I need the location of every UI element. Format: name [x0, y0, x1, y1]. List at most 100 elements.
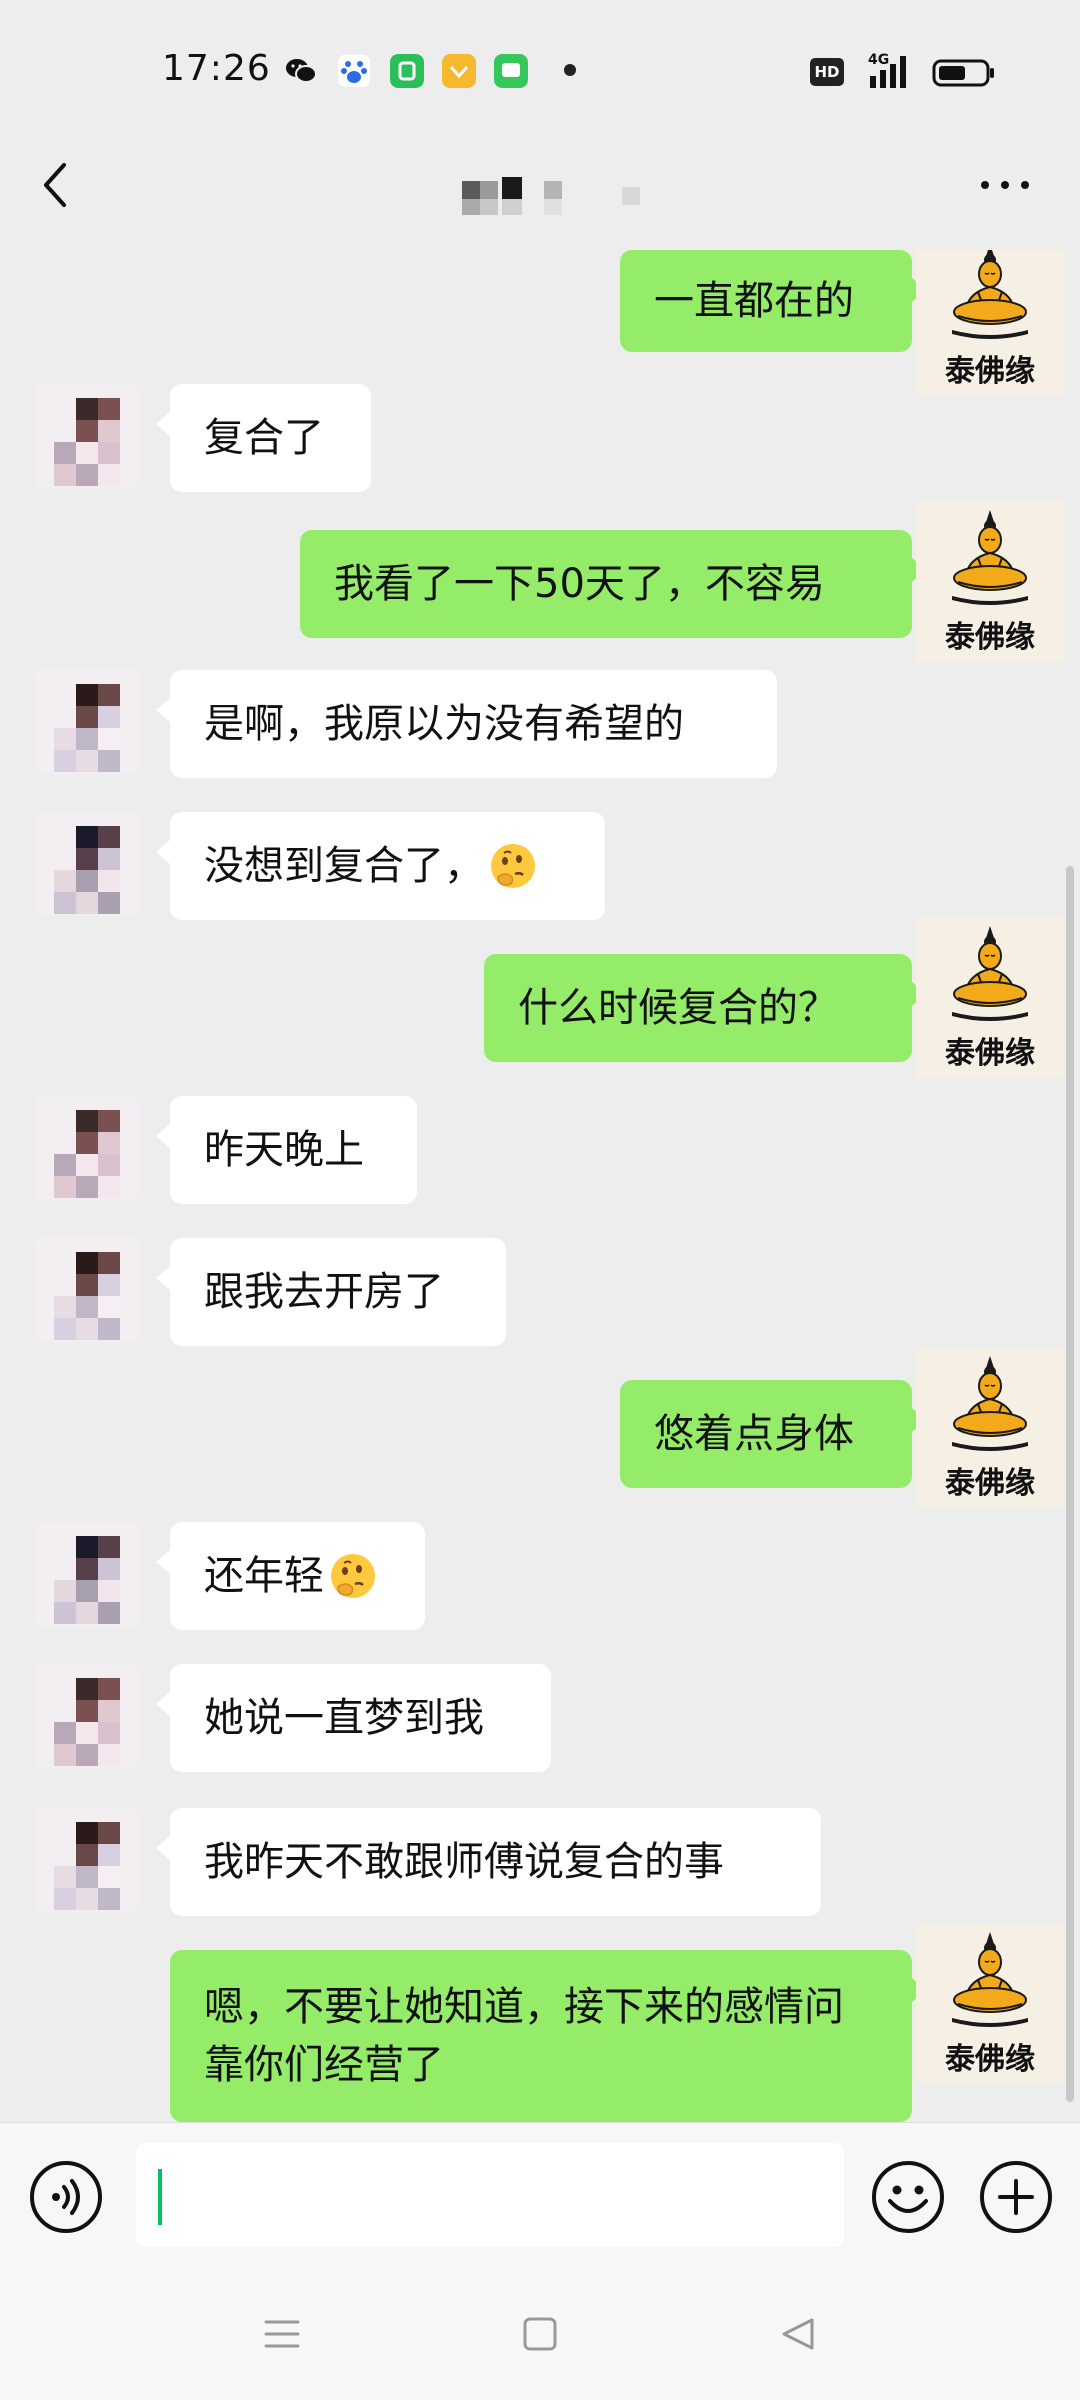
avatar-pixel	[76, 1536, 98, 1558]
more-options-icon[interactable]	[975, 175, 1035, 195]
avatar-pixel	[76, 1822, 98, 1844]
more-functions-plus-icon[interactable]	[978, 2159, 1054, 2235]
avatar-pixel	[98, 420, 120, 442]
sender-avatar[interactable]: 泰佛缘	[916, 1924, 1064, 2084]
avatar-pixel	[54, 1888, 76, 1910]
message-bubble-received[interactable]: 是啊，我原以为没有希望的	[156, 670, 777, 778]
sender-avatar[interactable]: 泰佛缘	[916, 502, 1064, 662]
contact-avatar[interactable]	[35, 670, 139, 774]
status-time: 17:26	[162, 48, 271, 89]
buddha-avatar-icon	[952, 926, 1028, 1021]
emoji-picker-icon[interactable]	[870, 2159, 946, 2235]
contact-avatar[interactable]	[35, 384, 139, 488]
thinking-face-emoji-icon	[491, 844, 535, 888]
message-bubble-sent[interactable]: 什么时候复合的？	[484, 954, 926, 1062]
avatar-pixel	[98, 728, 120, 750]
avatar-pixel	[76, 1580, 98, 1602]
message-bubble-sent[interactable]: 嗯，不要让她知道，接下来的感情问靠你们经营了	[170, 1950, 926, 2122]
chat-scrollbar[interactable]	[1066, 866, 1074, 2102]
recent-apps-icon[interactable]	[262, 2314, 302, 2354]
avatar-pixel	[54, 1176, 76, 1198]
messages-icon	[494, 54, 528, 88]
contact-avatar[interactable]	[35, 1808, 139, 1912]
avatar-pixel	[76, 892, 98, 914]
message-bubble-received[interactable]: 跟我去开房了	[156, 1238, 506, 1346]
avatar-pixel	[98, 1744, 120, 1766]
avatar-pixel	[98, 442, 120, 464]
avatar-pixel	[98, 1132, 120, 1154]
sender-avatar[interactable]: 泰佛缘	[916, 250, 1064, 396]
contact-avatar[interactable]	[35, 1238, 139, 1342]
back-icon[interactable]	[30, 155, 80, 215]
message-list[interactable]: 一直都在的 泰佛缘 复合了 我看了一下50天了，不容易 泰佛缘 是啊，我原以为没…	[0, 250, 1080, 2122]
baidu-icon	[337, 54, 371, 88]
chat-header	[0, 125, 1080, 250]
thinking-face-emoji-icon	[331, 1554, 375, 1598]
message-bubble-received[interactable]: 我昨天不敢跟师傅说复合的事	[156, 1808, 821, 1916]
buddha-avatar-icon	[952, 510, 1028, 605]
avatar-pixel	[98, 1602, 120, 1624]
avatar-pixel	[98, 1296, 120, 1318]
sender-avatar-label: 泰佛缘	[945, 620, 1035, 655]
avatar-pixel	[76, 826, 98, 848]
notification-dot-icon	[564, 64, 576, 76]
message-bubble-received[interactable]: 还年轻	[156, 1522, 425, 1630]
status-bar: 17:26 HD 4G	[0, 0, 1080, 125]
avatar-pixel	[98, 398, 120, 420]
avatar-pixel	[76, 1700, 98, 1722]
sender-avatar[interactable]: 泰佛缘	[916, 918, 1064, 1078]
avatar-pixel	[98, 1536, 120, 1558]
message-bubble-sent[interactable]: 一直都在的	[620, 250, 926, 352]
avatar-pixel	[76, 870, 98, 892]
contact-avatar[interactable]	[35, 812, 139, 916]
avatar-pixel	[98, 870, 120, 892]
avatar-pixel	[98, 1110, 120, 1132]
message-text-input[interactable]	[136, 2143, 844, 2247]
avatar-pixel	[76, 1274, 98, 1296]
message-bubble-received[interactable]: 她说一直梦到我	[156, 1664, 551, 1772]
message-bubble-sent[interactable]: 我看了一下50天了，不容易	[300, 530, 926, 638]
message-bubble-received[interactable]: 复合了	[156, 384, 371, 492]
sender-avatar-label: 泰佛缘	[945, 1466, 1035, 1501]
avatar-pixel	[98, 1154, 120, 1176]
text-cursor	[158, 2169, 162, 2225]
avatar-pixel	[76, 750, 98, 772]
avatar-pixel	[76, 1296, 98, 1318]
hd-badge: HD	[810, 58, 844, 86]
svg-text:4G: 4G	[868, 52, 889, 68]
system-navigation-bar	[0, 2270, 1080, 2400]
home-icon[interactable]	[522, 2314, 558, 2354]
contact-avatar[interactable]	[35, 1522, 139, 1626]
avatar-pixel	[54, 1154, 76, 1176]
avatar-pixel	[98, 750, 120, 772]
sender-avatar-label: 泰佛缘	[945, 354, 1035, 389]
nav-back-icon[interactable]	[778, 2314, 818, 2354]
avatar-pixel	[54, 1318, 76, 1340]
contact-avatar[interactable]	[35, 1664, 139, 1768]
avatar-pixel	[76, 1558, 98, 1580]
avatar-pixel	[98, 1866, 120, 1888]
avatar-pixel	[98, 1844, 120, 1866]
sender-avatar[interactable]: 泰佛缘	[916, 1348, 1064, 1508]
avatar-pixel	[54, 442, 76, 464]
message-bubble-received[interactable]: 昨天晚上	[156, 1096, 417, 1204]
avatar-pixel	[98, 1274, 120, 1296]
avatar-pixel	[76, 1154, 98, 1176]
app-yellow-icon	[442, 54, 476, 88]
avatar-pixel	[76, 1888, 98, 1910]
chat-screen: 17:26 HD 4G 一直都在的 泰佛缘 复合了 我看了一下50天了，不容易 …	[0, 0, 1080, 2400]
avatar-pixel	[76, 1744, 98, 1766]
buddha-avatar-icon	[952, 250, 1028, 339]
avatar-pixel	[98, 1176, 120, 1198]
wechat-icon	[286, 59, 317, 83]
avatar-pixel	[76, 464, 98, 486]
avatar-pixel	[98, 1558, 120, 1580]
message-bubble-received[interactable]: 没想到复合了，	[156, 812, 605, 920]
voice-input-icon[interactable]	[28, 2159, 104, 2235]
message-bubble-sent[interactable]: 悠着点身体	[620, 1380, 926, 1488]
avatar-pixel	[98, 848, 120, 870]
avatar-pixel	[54, 1602, 76, 1624]
contact-avatar[interactable]	[35, 1096, 139, 1200]
avatar-pixel	[76, 398, 98, 420]
contact-name-mosaic	[462, 177, 640, 215]
